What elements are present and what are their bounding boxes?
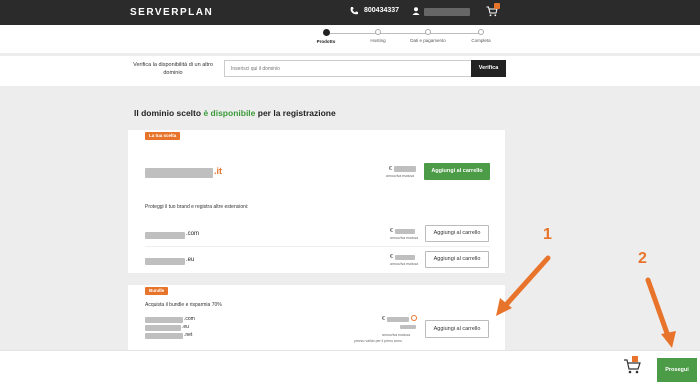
row-divider (145, 246, 490, 247)
discount-icon (411, 315, 417, 321)
bundle-tld: .com (184, 316, 195, 322)
extension-tld: .eu (186, 257, 195, 263)
domain-name-redacted (145, 168, 213, 178)
old-price-redacted (400, 325, 416, 329)
cart-count-badge (632, 356, 638, 362)
domain-name-redacted (145, 333, 183, 339)
price-note: annuo/iva esclusa (390, 236, 419, 240)
cart-count-badge (494, 3, 500, 9)
step-completa: Completa (451, 29, 511, 43)
annotation-number-2: 2 (638, 250, 647, 267)
domain-name-redacted (145, 325, 181, 331)
domain-name-redacted (145, 317, 183, 323)
availability-highlight: è disponibile (203, 108, 256, 118)
price-currency: € (382, 316, 385, 322)
result-heading: Il dominio scelto è disponibile per la r… (134, 108, 336, 118)
step-label: Dati e pagamento (410, 38, 446, 43)
price-note: annuo/iva esclusa (386, 174, 415, 178)
step-dati-pagamento: Dati e pagamento (398, 29, 458, 43)
step-dot (425, 29, 431, 35)
choice-tag: La tua scelta (145, 132, 181, 140)
domain-name-redacted (145, 232, 185, 239)
checkout-stepper: Prodotto Hosting Dati e pagamento Comple… (0, 25, 700, 53)
step-dot (375, 29, 381, 35)
bundle-tag: Bundle (145, 287, 169, 295)
bottom-bar (0, 350, 700, 386)
user-name-redacted[interactable] (424, 8, 470, 16)
top-bar: SERVERPLAN 800434337 (0, 0, 700, 25)
logo[interactable]: SERVERPLAN (130, 7, 213, 18)
add-to-cart-button[interactable]: Aggiungi al carrello (425, 251, 489, 268)
price-redacted (394, 166, 416, 172)
domain-search-input[interactable] (224, 60, 472, 77)
annotation-arrow-1 (502, 255, 551, 309)
step-prodotto: Prodotto (296, 29, 356, 44)
step-label: Prodotto (316, 39, 336, 44)
domain-result-card: La tua scelta .it € annuo/iva esclusa Ag… (128, 130, 505, 273)
annotation-arrowhead-2 (661, 331, 676, 348)
protect-brand-text: Proteggi il tuo brand e registra altre e… (145, 204, 249, 210)
price-currency: € (390, 228, 393, 234)
price-currency: € (389, 166, 392, 172)
add-to-cart-button[interactable]: Aggiungi al carrello (424, 163, 490, 180)
price-note: annuo/iva esclusa (382, 333, 411, 337)
annotation-arrow-2 (645, 277, 671, 339)
price-redacted (395, 255, 415, 260)
add-to-cart-button[interactable]: Aggiungi al carrello (425, 225, 489, 242)
add-bundle-to-cart-button[interactable]: Aggiungi al carrello (425, 320, 489, 338)
price-currency: € (390, 254, 393, 260)
phone-icon[interactable] (349, 6, 359, 16)
bundle-title: Acquista il bundle e risparmia 70% (145, 302, 222, 308)
bundle-card: Bundle Acquista il bundle e risparmia 70… (128, 285, 505, 355)
step-label: Completa (471, 38, 491, 43)
step-dot (478, 29, 484, 35)
domain-name-redacted (145, 258, 185, 265)
search-label: Verifica la disponibilità di un altro do… (133, 62, 213, 76)
annotation-number-1: 1 (543, 226, 552, 243)
bundle-tld: .eu (182, 324, 189, 330)
domain-search-row: Verifica la disponibilità di un altro do… (0, 56, 700, 86)
proceed-button[interactable]: Prosegui (657, 358, 697, 382)
price-note: annuo/iva esclusa (390, 262, 419, 266)
price-validity-note: prezzo valido per il primo anno (354, 339, 402, 343)
phone-number[interactable]: 800434337 (364, 7, 399, 14)
user-icon[interactable] (411, 6, 421, 16)
main-tld: .it (214, 166, 222, 176)
extension-tld: .com (186, 231, 200, 237)
verify-button[interactable]: Verifica (471, 60, 506, 77)
bundle-tld: .net (184, 332, 193, 338)
price-redacted (387, 317, 409, 322)
price-redacted (395, 229, 415, 234)
step-dot (322, 29, 330, 36)
